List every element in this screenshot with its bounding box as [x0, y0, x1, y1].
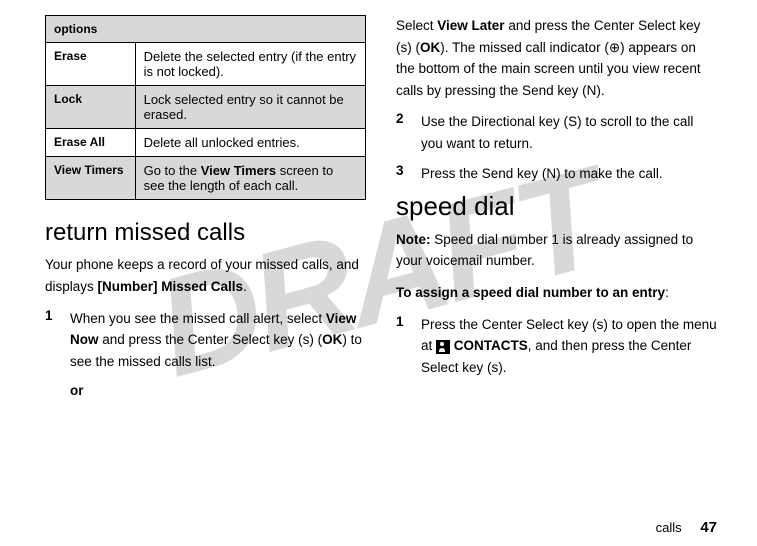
heading-speed-dial: speed dial	[396, 192, 717, 221]
option-label: Erase All	[46, 129, 136, 157]
step-number: 1	[396, 314, 406, 379]
option-desc: Lock selected entry so it cannot be eras…	[135, 86, 365, 129]
step-text: Use the Directional key (S) to scroll to…	[421, 111, 717, 154]
heading-return-missed: return missed calls	[45, 220, 366, 246]
step-number: 3	[396, 163, 406, 185]
option-label: Erase	[46, 43, 136, 86]
continuation-text: Select View Later and press the Center S…	[396, 15, 717, 101]
step-1: 1 When you see the missed call alert, se…	[45, 308, 366, 373]
step-text: Press the Center Select key (s) to open …	[421, 314, 717, 379]
step-3: 3 Press the Send key (N) to make the cal…	[396, 163, 717, 185]
table-row: View Timers Go to the View Timers screen…	[46, 157, 366, 200]
assign-text: To assign a speed dial number to an entr…	[396, 282, 717, 304]
step-text: Press the Send key (N) to make the call.	[421, 163, 717, 185]
speed-dial-step-1: 1 Press the Center Select key (s) to ope…	[396, 314, 717, 379]
options-header: options	[46, 16, 366, 43]
option-desc: Go to the View Timers screen to see the …	[135, 157, 365, 200]
table-row: Lock Lock selected entry so it cannot be…	[46, 86, 366, 129]
page-footer: calls 47	[656, 519, 717, 536]
step-number: 1	[45, 308, 55, 373]
page-content: options Erase Delete the selected entry …	[0, 0, 757, 516]
step-text: When you see the missed call alert, sele…	[70, 308, 366, 373]
contacts-icon	[436, 340, 450, 354]
page-number: 47	[700, 519, 717, 536]
or-label: or	[70, 380, 366, 402]
option-label: View Timers	[46, 157, 136, 200]
note-text: Note: Speed dial number 1 is already ass…	[396, 229, 717, 272]
left-column: options Erase Delete the selected entry …	[45, 15, 366, 506]
table-row: Erase Delete the selected entry (if the …	[46, 43, 366, 86]
step-number: 2	[396, 111, 406, 154]
step-2: 2 Use the Directional key (S) to scroll …	[396, 111, 717, 154]
right-column: Select View Later and press the Center S…	[396, 15, 717, 506]
table-row: Erase All Delete all unlocked entries.	[46, 129, 366, 157]
intro-text: Your phone keeps a record of your missed…	[45, 254, 366, 297]
option-desc: Delete the selected entry (if the entry …	[135, 43, 365, 86]
options-table: options Erase Delete the selected entry …	[45, 15, 366, 200]
option-desc: Delete all unlocked entries.	[135, 129, 365, 157]
footer-label: calls	[656, 520, 682, 535]
option-label: Lock	[46, 86, 136, 129]
